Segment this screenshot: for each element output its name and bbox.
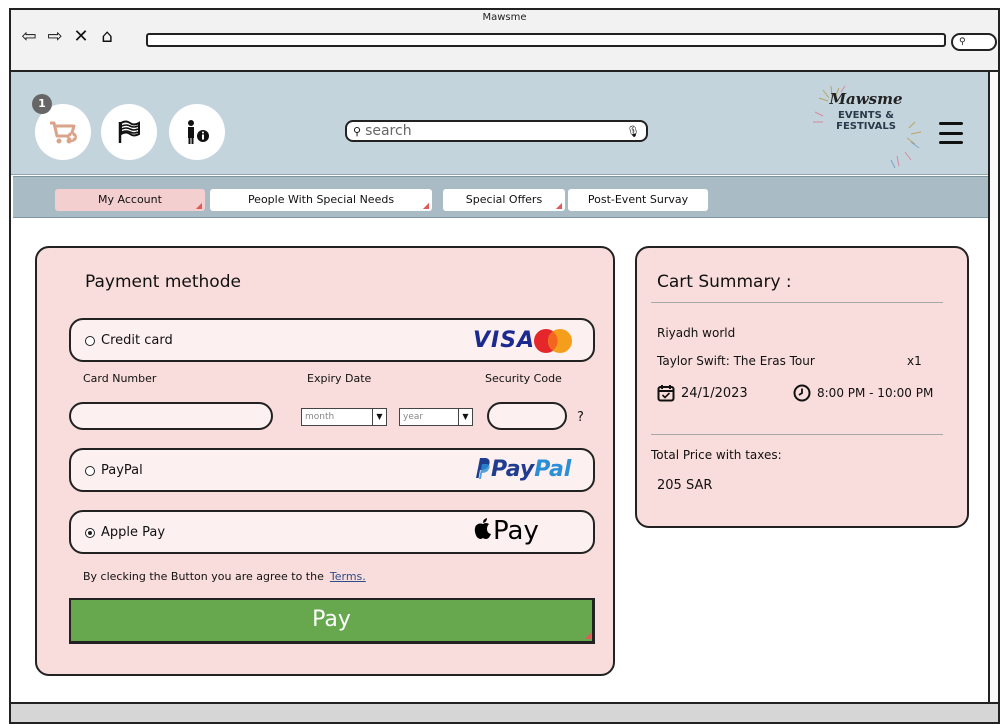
- cart-icon: [50, 121, 77, 144]
- microphone-icon[interactable]: 🎙: [626, 125, 640, 138]
- forward-arrow-icon[interactable]: ⇨: [45, 26, 65, 48]
- paypal-logo-text-b: Pal: [534, 457, 572, 482]
- ticket-quantity: x1: [907, 354, 922, 368]
- logo-tagline-2: FESTIVALS: [836, 121, 896, 132]
- paypal-logo-text-a: Pay: [491, 457, 535, 482]
- tab-special-needs[interactable]: People With Special Needs ◢: [210, 189, 432, 211]
- corner-arrow-icon: ◢: [584, 631, 591, 640]
- person-info-icon: [188, 120, 209, 144]
- home-icon[interactable]: ⌂: [97, 26, 117, 48]
- flag-icon: [118, 120, 140, 143]
- expiry-date-label: Expiry Date: [307, 372, 372, 385]
- cart-summary-title: Cart Summary :: [657, 272, 792, 292]
- apple-pay-option[interactable]: Apple Pay Pay: [69, 510, 595, 554]
- pay-button-label: Pay: [312, 607, 351, 632]
- close-icon[interactable]: ✕: [71, 26, 91, 48]
- card-number-input[interactable]: [69, 402, 273, 430]
- corner-arrow-icon: ◢: [422, 201, 430, 210]
- tab-post-event-survey[interactable]: Post-Event Survay: [568, 189, 708, 211]
- search-input[interactable]: ⚲ search 🎙: [345, 120, 648, 142]
- terms-text: By clecking the Button you are agree to …: [83, 570, 324, 583]
- payment-title: Payment methode: [85, 272, 241, 292]
- credit-card-label: Credit card: [101, 333, 173, 348]
- back-arrow-icon[interactable]: ⇦: [19, 26, 39, 48]
- apple-icon: [474, 518, 491, 539]
- clock-icon: [793, 384, 811, 402]
- search-placeholder: search: [365, 123, 412, 139]
- vertical-scrollbar[interactable]: [988, 72, 998, 704]
- divider: [651, 302, 943, 303]
- total-price-value: 205 SAR: [657, 478, 713, 493]
- divider: [651, 434, 943, 435]
- browser-window: Mawsme ⇦ ⇨ ✕ ⌂ ⚲ 1 ⚲ search 🎙 Mawsme EVE…: [9, 8, 1000, 724]
- window-title: Mawsme: [482, 12, 527, 23]
- logo-tagline-1: EVENTS &: [838, 110, 894, 121]
- terms-link[interactable]: Terms.: [330, 570, 366, 583]
- tab-label: Special Offers: [465, 193, 543, 206]
- tab-special-offers[interactable]: Special Offers ◢: [443, 189, 565, 211]
- event-date: 24/1/2023: [681, 386, 748, 401]
- corner-arrow-icon: ◢: [195, 201, 203, 210]
- site-logo[interactable]: Mawsme EVENTS & FESTIVALS: [801, 82, 931, 172]
- apple-pay-radio[interactable]: [85, 528, 95, 538]
- security-help-icon[interactable]: ?: [577, 410, 584, 425]
- status-bar: [11, 702, 998, 722]
- apple-pay-text: Pay: [493, 516, 539, 546]
- event-time: 8:00 PM - 10:00 PM: [817, 386, 934, 400]
- search-icon: ⚲: [353, 124, 362, 138]
- month-placeholder: month: [305, 412, 335, 422]
- dropdown-arrow-icon: ▼: [458, 409, 472, 425]
- security-code-input[interactable]: [487, 402, 567, 430]
- tab-my-account[interactable]: My Account ◢: [55, 189, 205, 211]
- apple-pay-label: Apple Pay: [101, 525, 166, 540]
- paypal-option[interactable]: PayPal PayPal: [69, 448, 595, 492]
- apple-pay-logo: Pay: [473, 516, 539, 546]
- address-search-button[interactable]: ⚲: [951, 33, 997, 51]
- tab-label: People With Special Needs: [247, 193, 395, 206]
- payment-panel: Payment methode Credit card VISA Card Nu…: [35, 246, 615, 676]
- cart-summary-panel: Cart Summary : Riyadh world Taylor Swift…: [635, 246, 969, 528]
- address-bar[interactable]: [146, 33, 946, 47]
- event-name: Taylor Swift: The Eras Tour: [657, 354, 815, 368]
- corner-arrow-icon: ◢: [555, 201, 563, 210]
- browser-toolbar: Mawsme ⇦ ⇨ ✕ ⌂ ⚲: [11, 10, 998, 72]
- tab-label: My Account: [98, 193, 162, 206]
- logo-name: Mawsme: [829, 90, 903, 108]
- tab-label: Post-Event Survay: [587, 193, 689, 206]
- calendar-icon: [657, 385, 675, 402]
- paypal-label: PayPal: [101, 463, 143, 478]
- expiry-month-select[interactable]: month ▼: [301, 408, 387, 426]
- credit-card-option[interactable]: Credit card VISA: [69, 318, 595, 362]
- site-header: 1 ⚲ search 🎙 Mawsme EVENTS & FESTIVALS: [11, 72, 990, 175]
- browser-nav-buttons: ⇦ ⇨ ✕ ⌂: [19, 26, 117, 48]
- total-price-label: Total Price with taxes:: [651, 448, 782, 462]
- cart-count-badge: 1: [32, 94, 52, 114]
- paypal-radio[interactable]: [85, 466, 95, 476]
- card-number-label: Card Number: [83, 372, 157, 385]
- accessibility-info-button[interactable]: [169, 104, 225, 160]
- venue-name: Riyadh world: [657, 326, 736, 340]
- expiry-year-select[interactable]: year ▼: [399, 408, 473, 426]
- language-button[interactable]: [101, 104, 157, 160]
- paypal-p-icon: [476, 458, 490, 479]
- mastercard-logo-icon: [534, 329, 572, 353]
- main-navigation: My Account ◢ People With Special Needs ◢…: [13, 176, 990, 218]
- security-code-label: Security Code: [485, 372, 562, 385]
- search-icon: ⚲: [959, 37, 966, 47]
- credit-card-radio[interactable]: [85, 336, 95, 346]
- menu-icon[interactable]: [939, 122, 963, 144]
- paypal-logo: PayPal: [473, 456, 571, 482]
- year-placeholder: year: [403, 412, 424, 422]
- dropdown-arrow-icon: ▼: [372, 409, 386, 425]
- pay-button[interactable]: Pay ◢: [69, 598, 595, 644]
- visa-logo: VISA: [473, 328, 536, 353]
- terms-notice: By clecking the Button you are agree to …: [83, 570, 366, 583]
